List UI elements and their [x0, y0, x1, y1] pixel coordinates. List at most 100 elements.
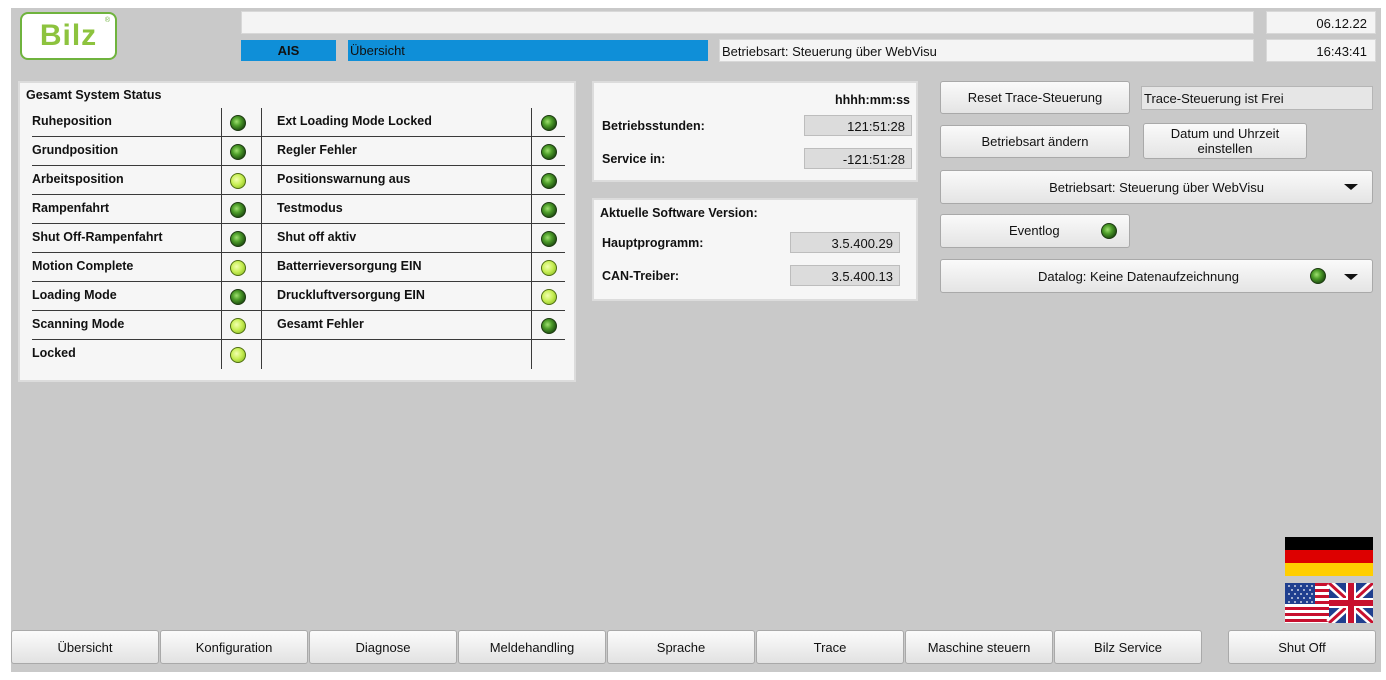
eventlog-label: Eventlog [1009, 223, 1060, 238]
status-label: Grundposition [32, 137, 217, 166]
column-divider [531, 108, 532, 369]
change-mode-button[interactable]: Betriebsart ändern [940, 125, 1130, 158]
status-led-icon [541, 173, 557, 189]
datalog-value: Datalog: Keine Datenaufzeichnung [1038, 269, 1239, 284]
status-led-icon [230, 202, 246, 218]
time-display: 16:43:41 [1266, 39, 1376, 62]
status-label-text: Positionswarnung aus [277, 172, 411, 186]
can-driver-label: CAN-Treiber: [602, 269, 680, 283]
header-message-bar [241, 11, 1254, 34]
nav-button-2[interactable]: Diagnose [309, 630, 457, 664]
status-label: Positionswarnung aus [277, 166, 527, 195]
status-label-text: Gesamt Fehler [277, 317, 364, 331]
mode-select-dropdown[interactable]: Betriebsart: Steuerung über WebVisu [940, 170, 1373, 204]
nav-button-6[interactable]: Maschine steuern [905, 630, 1053, 664]
datalog-status-led [1310, 268, 1326, 284]
status-led-icon [541, 115, 557, 131]
column-divider [261, 108, 262, 369]
status-label-text: Locked [32, 346, 76, 360]
nav-button-5[interactable]: Trace [756, 630, 904, 664]
chevron-down-icon [1344, 274, 1358, 280]
set-datetime-line1: Datum und Uhrzeit [1170, 126, 1280, 141]
can-driver-version: 3.5.400.13 [790, 265, 900, 286]
status-label-text: Motion Complete [32, 259, 134, 273]
service-value: -121:51:28 [804, 148, 912, 169]
status-label: Shut Off-Rampenfahrt [32, 224, 217, 253]
software-version-title: Aktuelle Software Version: [600, 206, 758, 220]
nav-button-1[interactable]: Konfiguration [160, 630, 308, 664]
status-label: Ruheposition [32, 108, 217, 137]
page-title: Übersicht [348, 40, 708, 61]
chevron-down-icon [1344, 184, 1358, 190]
nav-button-7[interactable]: Bilz Service [1054, 630, 1202, 664]
status-label-text: Regler Fehler [277, 143, 357, 157]
logo-registered-mark: ® [104, 17, 110, 24]
row-divider [261, 339, 565, 340]
software-version-panel: Aktuelle Software Version: Hauptprogramm… [592, 198, 918, 301]
status-label-text: Arbeitsposition [32, 172, 124, 186]
service-label: Service in: [602, 152, 666, 166]
status-led-icon [541, 318, 557, 334]
trace-status-field: Trace-Steuerung ist Frei [1141, 86, 1373, 110]
set-datetime-line2: einstellen [1197, 141, 1253, 156]
operating-hours-panel: hhhh:mm:ss Betriebsstunden: 121:51:28 Se… [592, 81, 918, 182]
status-label-text: Grundposition [32, 143, 119, 157]
status-led-icon [541, 202, 557, 218]
status-led-icon [230, 231, 246, 247]
status-label: Gesamt Fehler [277, 311, 527, 340]
status-panel-title: Gesamt System Status [26, 88, 162, 102]
status-led-icon [541, 231, 557, 247]
status-label: Testmodus [277, 195, 527, 224]
status-led-icon [230, 318, 246, 334]
bilz-logo: Bilz ® [20, 12, 117, 60]
status-label: Druckluftversorgung EIN [277, 282, 527, 311]
status-label-text: Rampenfahrt [32, 201, 110, 215]
status-led-icon [230, 115, 246, 131]
nav-button-4[interactable]: Sprache [607, 630, 755, 664]
time-format-label: hhhh:mm:ss [835, 93, 910, 107]
operating-hours-value: 121:51:28 [804, 115, 912, 136]
eventlog-status-led [1101, 223, 1117, 239]
status-label-text: Testmodus [277, 201, 343, 215]
status-led-icon [541, 289, 557, 305]
eventlog-button[interactable]: Eventlog [940, 214, 1130, 248]
status-label: Scanning Mode [32, 311, 217, 340]
status-label: Arbeitsposition [32, 166, 217, 195]
status-label: Batterrieversorgung EIN [277, 253, 527, 282]
english-flag-icon[interactable] [1285, 583, 1373, 623]
system-status-panel: Gesamt System Status Ruheposition Grundpo… [18, 81, 576, 382]
column-divider [221, 108, 222, 369]
nav-button-3[interactable]: Meldehandling [458, 630, 606, 664]
status-label-text: Ruheposition [32, 114, 112, 128]
status-label-text: Druckluftversorgung EIN [277, 288, 425, 302]
german-flag-icon[interactable] [1285, 537, 1373, 576]
status-label-text: Scanning Mode [32, 317, 125, 331]
operating-hours-label: Betriebsstunden: [602, 119, 705, 133]
status-label: Motion Complete [32, 253, 217, 282]
status-label-text: Shut off aktiv [277, 230, 357, 244]
status-label: Loading Mode [32, 282, 217, 311]
hmi-screen: Bilz ® 06.12.22 AIS Übersicht Betriebsar… [11, 8, 1381, 672]
logo-text: Bilz [39, 19, 98, 52]
date-display: 06.12.22 [1266, 11, 1376, 34]
status-led-icon [230, 173, 246, 189]
status-label-text: Loading Mode [32, 288, 117, 302]
mode-select-value: Betriebsart: Steuerung über WebVisu [1049, 180, 1264, 195]
ais-label: AIS [241, 40, 336, 61]
status-led-icon [230, 347, 246, 363]
reset-trace-button[interactable]: Reset Trace-Steuerung [940, 81, 1130, 114]
status-led-icon [230, 144, 246, 160]
status-label: Regler Fehler [277, 137, 527, 166]
status-label: Ext Loading Mode Locked [277, 108, 527, 137]
status-led-icon [541, 144, 557, 160]
set-datetime-button[interactable]: Datum und Uhrzeit einstellen [1143, 123, 1307, 159]
status-label: Shut off aktiv [277, 224, 527, 253]
datalog-dropdown[interactable]: Datalog: Keine Datenaufzeichnung [940, 259, 1373, 293]
status-label: Locked [32, 340, 217, 369]
nav-button-0[interactable]: Übersicht [11, 630, 159, 664]
status-label-text: Shut Off-Rampenfahrt [32, 230, 163, 244]
status-led-icon [230, 260, 246, 276]
status-label-text: Ext Loading Mode Locked [277, 114, 432, 128]
mode-display: Betriebsart: Steuerung über WebVisu [719, 39, 1254, 62]
shut-off-button[interactable]: Shut Off [1228, 630, 1376, 664]
